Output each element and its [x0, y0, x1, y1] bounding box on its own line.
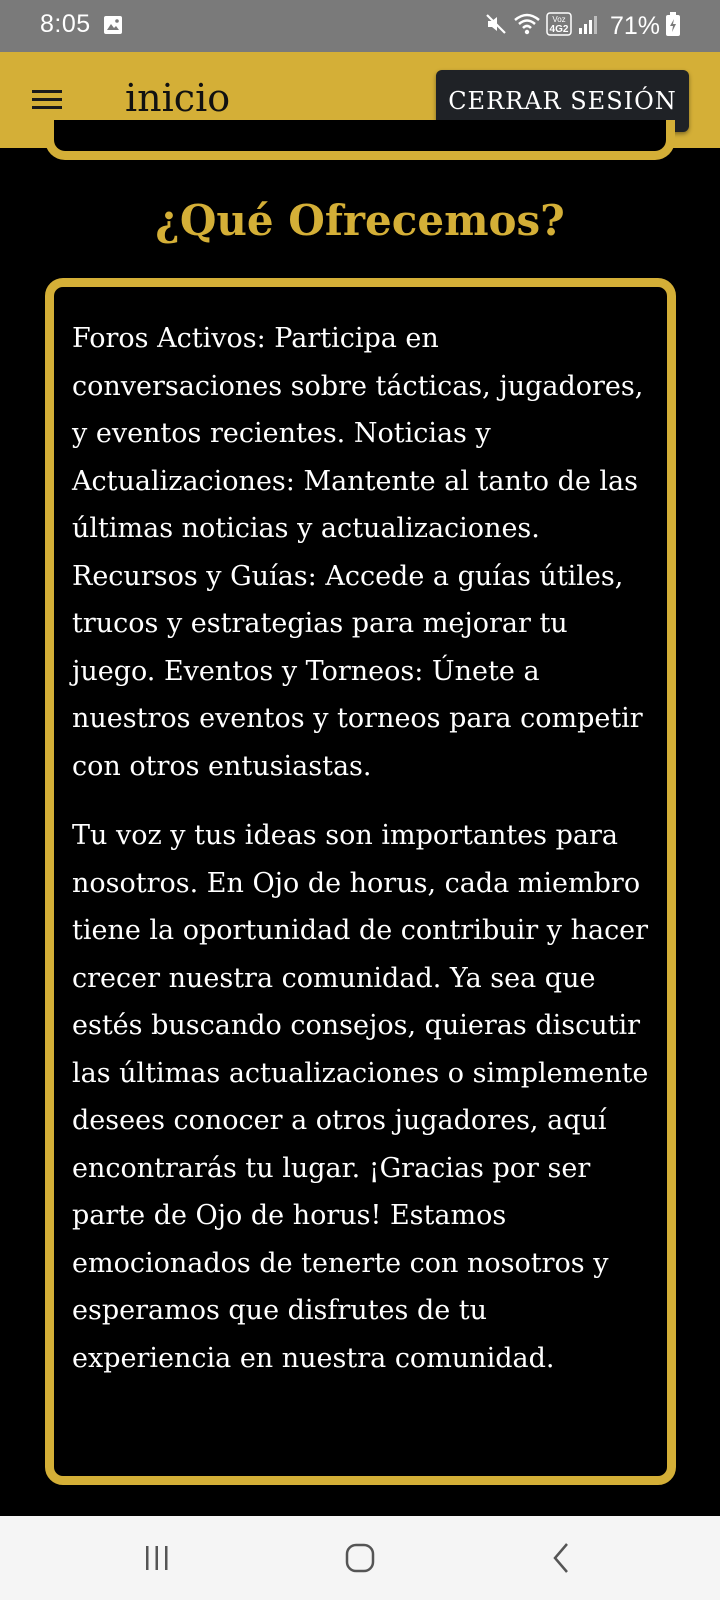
system-nav-bar — [0, 1516, 720, 1600]
hamburger-menu-icon[interactable] — [30, 86, 64, 114]
mute-icon — [484, 12, 508, 41]
previous-card-edge — [45, 120, 675, 160]
status-bar: 8:05 Voz 4G2 71% — [0, 0, 720, 52]
status-indicators: Voz 4G2 71% — [484, 10, 680, 42]
network-type-icon: Voz 4G2 — [546, 11, 572, 42]
section-heading: ¿Qué Ofrecemos? — [155, 196, 565, 245]
battery-percent: 71% — [609, 11, 660, 40]
offer-card: Foros Activos: Participa en conversacion… — [45, 278, 676, 1485]
wifi-icon — [514, 13, 540, 40]
image-icon — [103, 15, 123, 40]
page-title: inicio — [125, 76, 231, 120]
back-icon[interactable] — [541, 1536, 585, 1580]
recent-apps-icon[interactable] — [135, 1536, 179, 1580]
status-time: 8:05 — [40, 10, 91, 38]
battery-icon — [666, 11, 680, 41]
svg-text:4G2: 4G2 — [550, 24, 569, 35]
previous-card-divider — [64, 142, 656, 145]
signal-icon — [578, 13, 600, 40]
svg-text:Voz: Voz — [552, 15, 565, 24]
offer-paragraph-features: Foros Activos: Participa en conversacion… — [72, 323, 644, 782]
offer-paragraph-community: Tu voz y tus ideas son importantes para … — [72, 820, 649, 1374]
home-icon[interactable] — [338, 1536, 382, 1580]
